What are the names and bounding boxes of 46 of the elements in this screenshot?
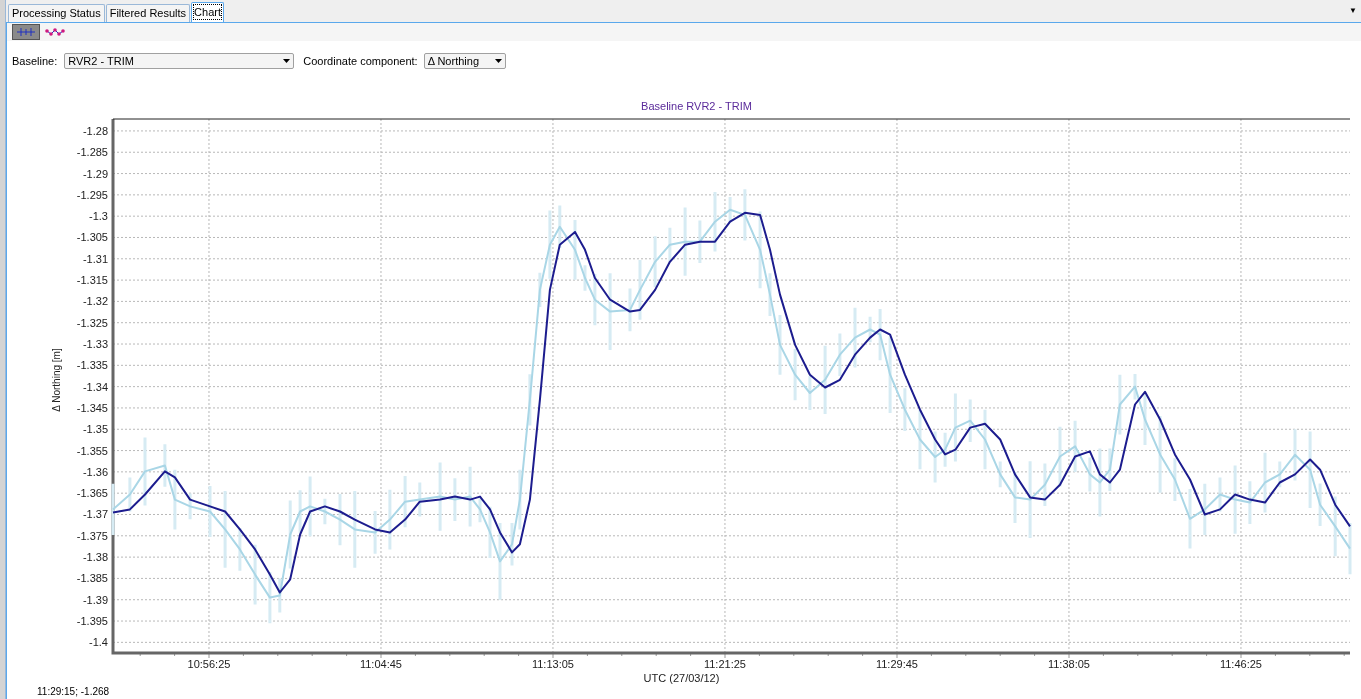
caret-icon (494, 59, 502, 63)
y-tick-label: -1.33 (82, 338, 108, 350)
x-tick-label: 11:21:25 (703, 658, 746, 670)
chart-title: Baseline RVR2 - TRIM (641, 100, 752, 112)
y-tick-label: -1.31 (82, 252, 108, 265)
y-tick-label: -1.29 (82, 167, 108, 180)
y-tick-label: -1.295 (76, 188, 108, 201)
y-tick-label: -1.355 (76, 444, 108, 457)
y-tick-label: -1.32 (82, 295, 108, 308)
y-tick-label: -1.365 (76, 487, 108, 500)
y-tick-label: -1.28 (82, 124, 108, 137)
y-tick-label: -1.395 (76, 615, 108, 628)
y-tick-label: -1.38 (82, 551, 108, 564)
coordinate-component-dropdown[interactable]: Δ Northing (423, 53, 506, 69)
menu-caret-icon[interactable]: ▼ (1349, 7, 1357, 15)
y-axis-title: Δ Northing [m] (51, 348, 62, 412)
x-tick-label: 10:56:25 (187, 658, 231, 670)
baseline-label: Baseline: (12, 53, 58, 69)
coordinate-component-label: Coordinate component: (303, 53, 418, 69)
tab[interactable]: Chart (191, 2, 224, 22)
x-tick-label: 11:29:45 (875, 658, 918, 670)
cursor-position-text: 11:29:15; -1.268 (37, 685, 110, 699)
y-tick-label: -1.3 (89, 210, 108, 223)
x-tick-label: 11:04:45 (359, 658, 402, 670)
y-tick-label: -1.385 (76, 572, 108, 585)
y-tick-label: -1.285 (76, 146, 108, 159)
y-tick-label: -1.36 (82, 465, 108, 478)
y-tick-label: -1.305 (76, 231, 108, 244)
y-tick-label: -1.35 (82, 423, 108, 436)
y-tick-label: -1.37 (82, 508, 108, 521)
y-tick-label: -1.375 (76, 529, 108, 542)
x-tick-label: 11:38:05 (1047, 658, 1090, 670)
y-tick-label: -1.39 (82, 593, 108, 606)
y-tick-label: -1.4 (89, 636, 108, 649)
x-axis-title: UTC (27/03/12) (643, 672, 720, 684)
tab[interactable]: Processing Status (8, 4, 105, 22)
y-tick-label: -1.34 (82, 380, 108, 393)
y-tick-label: -1.315 (76, 274, 108, 287)
tab[interactable]: Filtered Results (105, 4, 191, 22)
x-tick-label: 11:13:05 (531, 658, 574, 670)
y-tick-label: -1.335 (76, 359, 108, 372)
caret-icon (283, 59, 291, 63)
baseline-dropdown[interactable]: RVR2 - TRIM (64, 53, 295, 69)
y-tick-label: -1.325 (76, 316, 108, 329)
y-tick-label: -1.345 (76, 401, 108, 414)
x-tick-label: 11:46:25 (1219, 658, 1262, 670)
